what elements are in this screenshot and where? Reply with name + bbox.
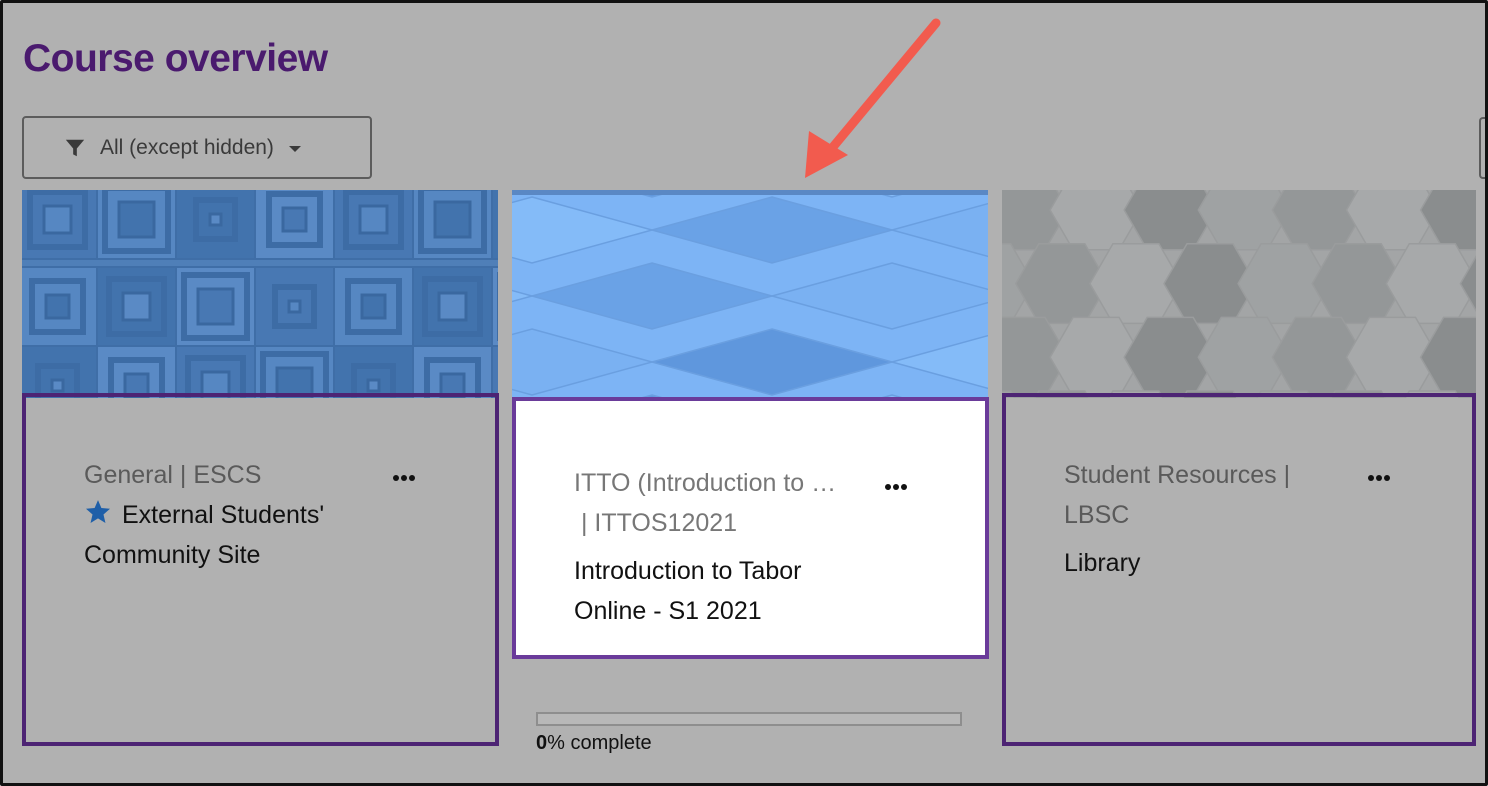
progress-value: 0 bbox=[536, 732, 548, 754]
progress-bar bbox=[536, 712, 962, 726]
course-image-itto[interactable] bbox=[512, 190, 988, 400]
more-dots-icon[interactable] bbox=[1368, 464, 1392, 484]
caret-down-icon bbox=[288, 145, 301, 152]
course-image-escs[interactable] bbox=[22, 190, 498, 398]
course-category-line2: | ITTOS12021 bbox=[574, 509, 738, 537]
course-name-line1[interactable]: Introduction to Tabor bbox=[574, 551, 874, 591]
more-dots-icon[interactable] bbox=[885, 473, 909, 493]
partial-control bbox=[1479, 117, 1485, 179]
filter-label: All (except hidden) bbox=[100, 135, 274, 159]
star-icon bbox=[85, 500, 111, 523]
progress-text: 0% complete bbox=[536, 732, 652, 755]
course-name-link[interactable]: Library bbox=[1064, 543, 1364, 583]
progress-suffix: % complete bbox=[547, 732, 652, 754]
course-category-line1: ITTO (Introduction to … bbox=[574, 469, 837, 497]
screenshot-frame: Course overview All (except hidden) Gene… bbox=[0, 0, 1488, 786]
course-image-lbsc[interactable] bbox=[1002, 190, 1476, 398]
course-category: General | ESCS bbox=[84, 461, 262, 489]
funnel-icon bbox=[65, 139, 85, 156]
course-card-escs[interactable]: General | ESCS External Students' Commun… bbox=[22, 393, 499, 746]
course-filter-dropdown[interactable]: All (except hidden) bbox=[22, 116, 372, 179]
course-card-lbsc[interactable]: Student Resources | LBSC Library bbox=[1002, 393, 1476, 746]
course-name-text: External Students' Community Site bbox=[84, 501, 325, 569]
course-name-line2[interactable]: Online - S1 2021 bbox=[574, 591, 874, 631]
course-card-itto[interactable]: ITTO (Introduction to … | ITTOS12021 Int… bbox=[512, 397, 989, 659]
course-category-line2: LBSC bbox=[1064, 501, 1130, 529]
more-dots-icon[interactable] bbox=[393, 464, 417, 484]
page-title: Course overview bbox=[23, 37, 328, 80]
course-name-link[interactable]: External Students' Community Site bbox=[84, 495, 384, 575]
course-category-line1: Student Resources | bbox=[1064, 461, 1291, 489]
